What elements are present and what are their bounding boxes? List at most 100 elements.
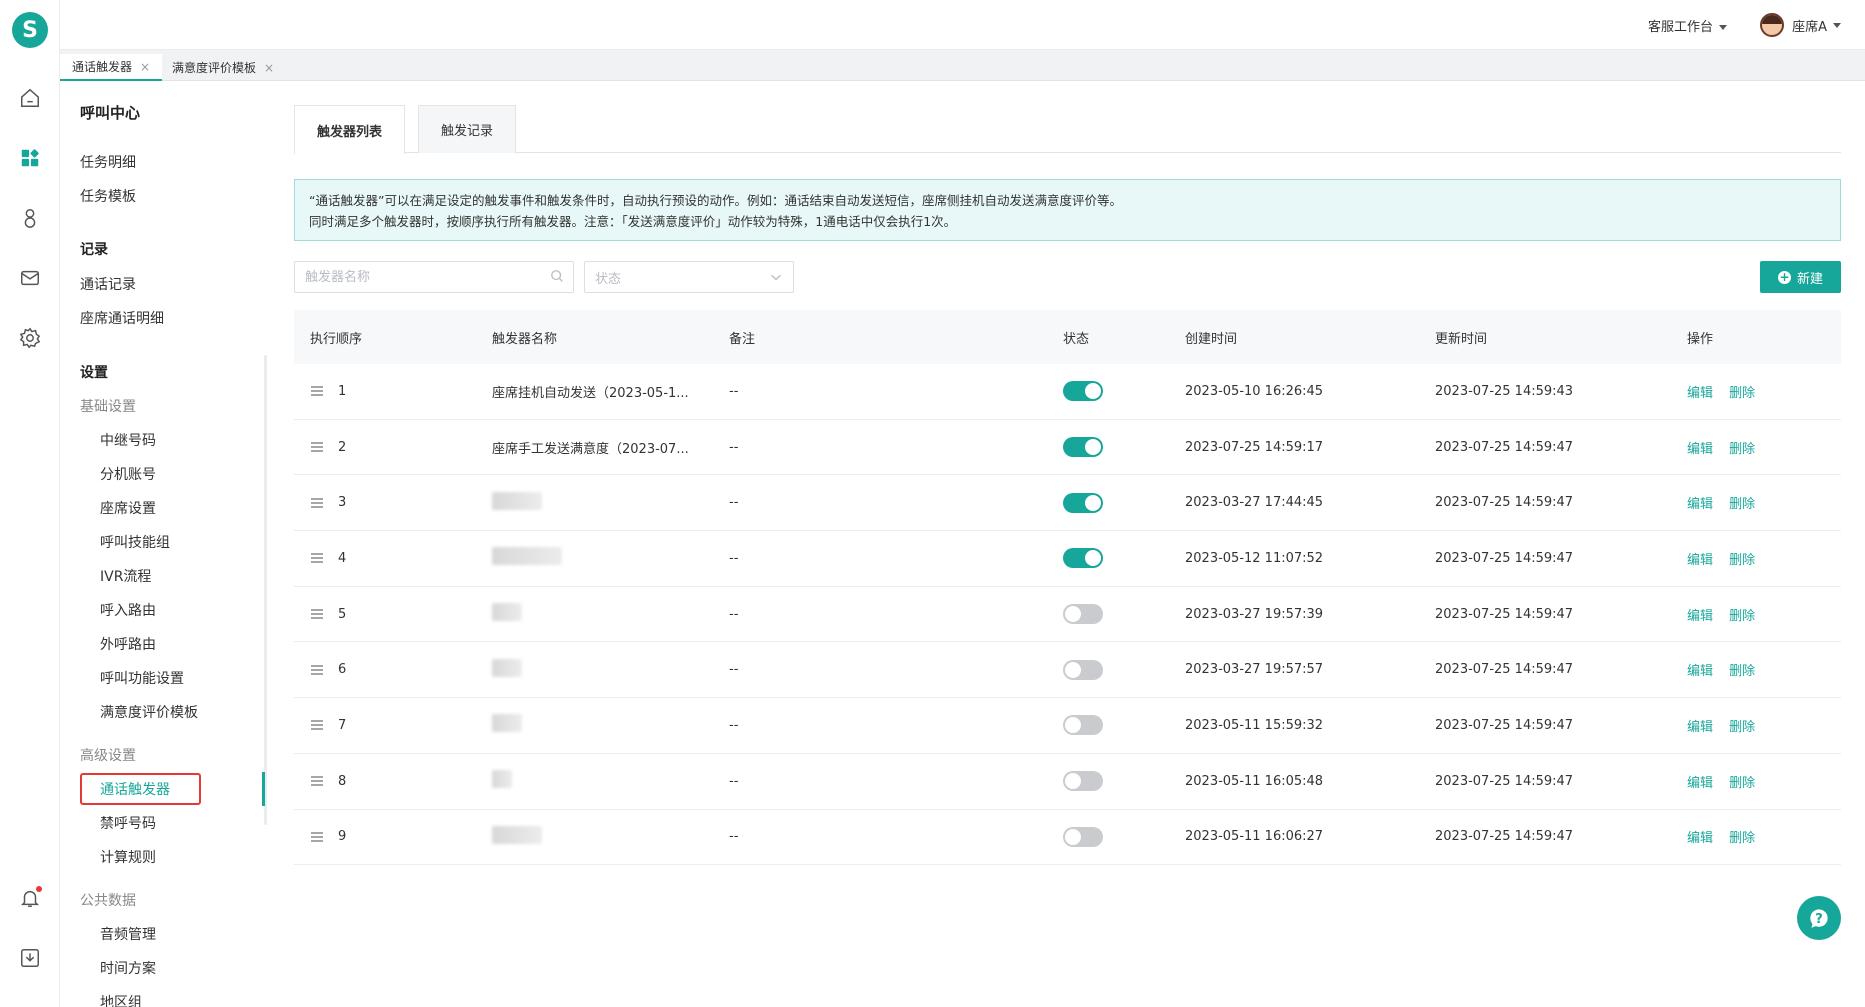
header-created: 创建时间	[1185, 331, 1238, 347]
status-toggle[interactable]	[1063, 826, 1103, 847]
menu-item-region-group[interactable]: 地区组	[100, 992, 142, 1007]
caret-down-icon	[1719, 25, 1727, 30]
menu-item-calc-rules[interactable]: 计算规则	[100, 847, 156, 867]
menu-item-audio[interactable]: 音频管理	[100, 924, 156, 944]
menu-item-time-plan[interactable]: 时间方案	[100, 958, 156, 978]
home-icon[interactable]	[16, 84, 44, 112]
drag-handle-icon[interactable]	[310, 497, 324, 509]
close-icon[interactable]: ×	[264, 61, 274, 75]
status-toggle[interactable]	[1063, 437, 1103, 458]
tab-trigger-records[interactable]: 触发记录	[418, 105, 517, 153]
search-icon[interactable]	[550, 269, 564, 283]
dashboard-icon[interactable]	[16, 144, 44, 172]
drag-handle-icon[interactable]	[310, 441, 324, 453]
updated-time: 2023-07-25 14:59:47	[1435, 606, 1574, 622]
download-icon[interactable]	[16, 944, 44, 972]
status-select[interactable]: 状态	[584, 261, 794, 293]
status-toggle[interactable]	[1063, 492, 1103, 513]
notice-line-1: “通话触发器”可以在满足设定的触发事件和触发条件时，自动执行预设的动作。例如：通…	[309, 193, 1122, 208]
edit-link[interactable]: 编辑	[1687, 720, 1713, 735]
settings-icon[interactable]	[16, 324, 44, 352]
menu-title: 呼叫中心	[80, 104, 141, 122]
status-toggle[interactable]	[1063, 659, 1103, 680]
close-icon[interactable]: ×	[140, 60, 150, 74]
menu-item-call-records[interactable]: 通话记录	[80, 274, 136, 294]
delete-link[interactable]: 删除	[1729, 664, 1755, 679]
edit-link[interactable]: 编辑	[1687, 442, 1713, 457]
delete-link[interactable]: 删除	[1729, 497, 1755, 512]
delete-link[interactable]: 删除	[1729, 609, 1755, 624]
menu-item-call-features[interactable]: 呼叫功能设置	[100, 668, 184, 688]
drag-handle-icon[interactable]	[310, 719, 324, 731]
created-time: 2023-03-27 19:57:57	[1185, 662, 1324, 678]
workspace-dropdown[interactable]: 客服工作台	[1648, 16, 1727, 35]
menu-item-agent-settings[interactable]: 座席设置	[100, 498, 156, 518]
edit-link[interactable]: 编辑	[1687, 497, 1713, 512]
edit-link[interactable]: 编辑	[1687, 553, 1713, 568]
menu-sub-advanced: 高级设置	[80, 748, 136, 764]
bell-icon[interactable]	[16, 884, 44, 912]
menu-item-trunk-number[interactable]: 中继号码	[100, 430, 156, 450]
delete-link[interactable]: 删除	[1729, 553, 1755, 568]
edit-link[interactable]: 编辑	[1687, 664, 1713, 679]
updated-time: 2023-07-25 14:59:47	[1435, 829, 1574, 845]
delete-link[interactable]: 删除	[1729, 386, 1755, 401]
menu-item-extension-account[interactable]: 分机账号	[100, 464, 156, 484]
status-toggle[interactable]	[1063, 771, 1103, 792]
menu-item-task-template[interactable]: 任务模板	[80, 186, 136, 206]
toggle-knob	[1065, 773, 1081, 790]
edit-link[interactable]: 编辑	[1687, 386, 1713, 401]
user-menu[interactable]: 座席A	[1760, 13, 1841, 37]
edit-link[interactable]: 编辑	[1687, 831, 1713, 846]
new-trigger-button[interactable]: + 新建	[1760, 261, 1841, 293]
delete-link[interactable]: 删除	[1729, 442, 1755, 457]
redacted-name	[492, 825, 542, 844]
drag-handle-icon[interactable]	[310, 664, 324, 676]
status-toggle[interactable]	[1063, 381, 1103, 402]
page-tab-label: 通话触发器	[72, 60, 133, 74]
menu-item-satisfaction-template[interactable]: 满意度评价模板	[100, 702, 198, 722]
menu-item-agent-call-detail[interactable]: 座席通话明细	[80, 308, 164, 328]
page-tab-call-trigger[interactable]: 通话触发器 ×	[60, 54, 163, 81]
menu-item-inbound-route[interactable]: 呼入路由	[100, 600, 156, 620]
menu-item-call-trigger[interactable]: 通话触发器	[100, 779, 170, 799]
drag-handle-icon[interactable]	[310, 552, 324, 564]
page-tab-label: 满意度评价模板	[172, 61, 257, 75]
help-button[interactable]: ?	[1797, 896, 1841, 940]
table-row: 3 -- 2023-03-27 17:44:45 2023-07-25 14:5…	[294, 475, 1841, 532]
page-tab-satisfaction-template[interactable]: 满意度评价模板 ×	[160, 54, 286, 81]
menu-item-ivr-flow[interactable]: IVR流程	[100, 566, 151, 586]
created-time: 2023-03-27 19:57:39	[1185, 606, 1324, 622]
menu-item-skill-group[interactable]: 呼叫技能组	[100, 532, 170, 552]
avatar	[1760, 13, 1785, 37]
status-toggle[interactable]	[1063, 715, 1103, 736]
drag-handle-icon[interactable]	[310, 775, 324, 787]
delete-link[interactable]: 删除	[1729, 776, 1755, 791]
drag-handle-icon[interactable]	[310, 385, 324, 397]
mail-icon[interactable]	[16, 264, 44, 292]
icon-rail: S	[0, 0, 60, 1007]
menu-item-outbound-route[interactable]: 外呼路由	[100, 634, 156, 654]
header-actions: 操作	[1687, 331, 1714, 347]
delete-link[interactable]: 删除	[1729, 720, 1755, 735]
edit-link[interactable]: 编辑	[1687, 609, 1713, 624]
menu-item-blocked-numbers[interactable]: 禁呼号码	[100, 813, 156, 833]
delete-link[interactable]: 删除	[1729, 831, 1755, 846]
contacts-icon[interactable]	[16, 204, 44, 232]
tab-trigger-list[interactable]: 触发器列表	[294, 105, 406, 154]
updated-time: 2023-07-25 14:59:47	[1435, 662, 1574, 678]
menu-item-task-detail[interactable]: 任务明细	[80, 152, 136, 172]
edit-link[interactable]: 编辑	[1687, 776, 1713, 791]
table-row: 7 -- 2023-05-11 15:59:32 2023-07-25 14:5…	[294, 698, 1841, 754]
drag-handle-icon[interactable]	[310, 831, 324, 843]
trigger-name-search-input[interactable]	[294, 261, 574, 293]
drag-handle-icon[interactable]	[310, 608, 324, 620]
redacted-name	[492, 658, 522, 677]
remark: --	[729, 606, 739, 622]
app-logo[interactable]: S	[12, 12, 48, 48]
status-toggle[interactable]	[1063, 548, 1103, 569]
status-toggle[interactable]	[1063, 604, 1103, 625]
plus-circle-icon: +	[1777, 270, 1791, 284]
content-tabs: 触发器列表 触发记录	[294, 105, 1841, 154]
menu-scrollbar[interactable]	[264, 355, 267, 825]
